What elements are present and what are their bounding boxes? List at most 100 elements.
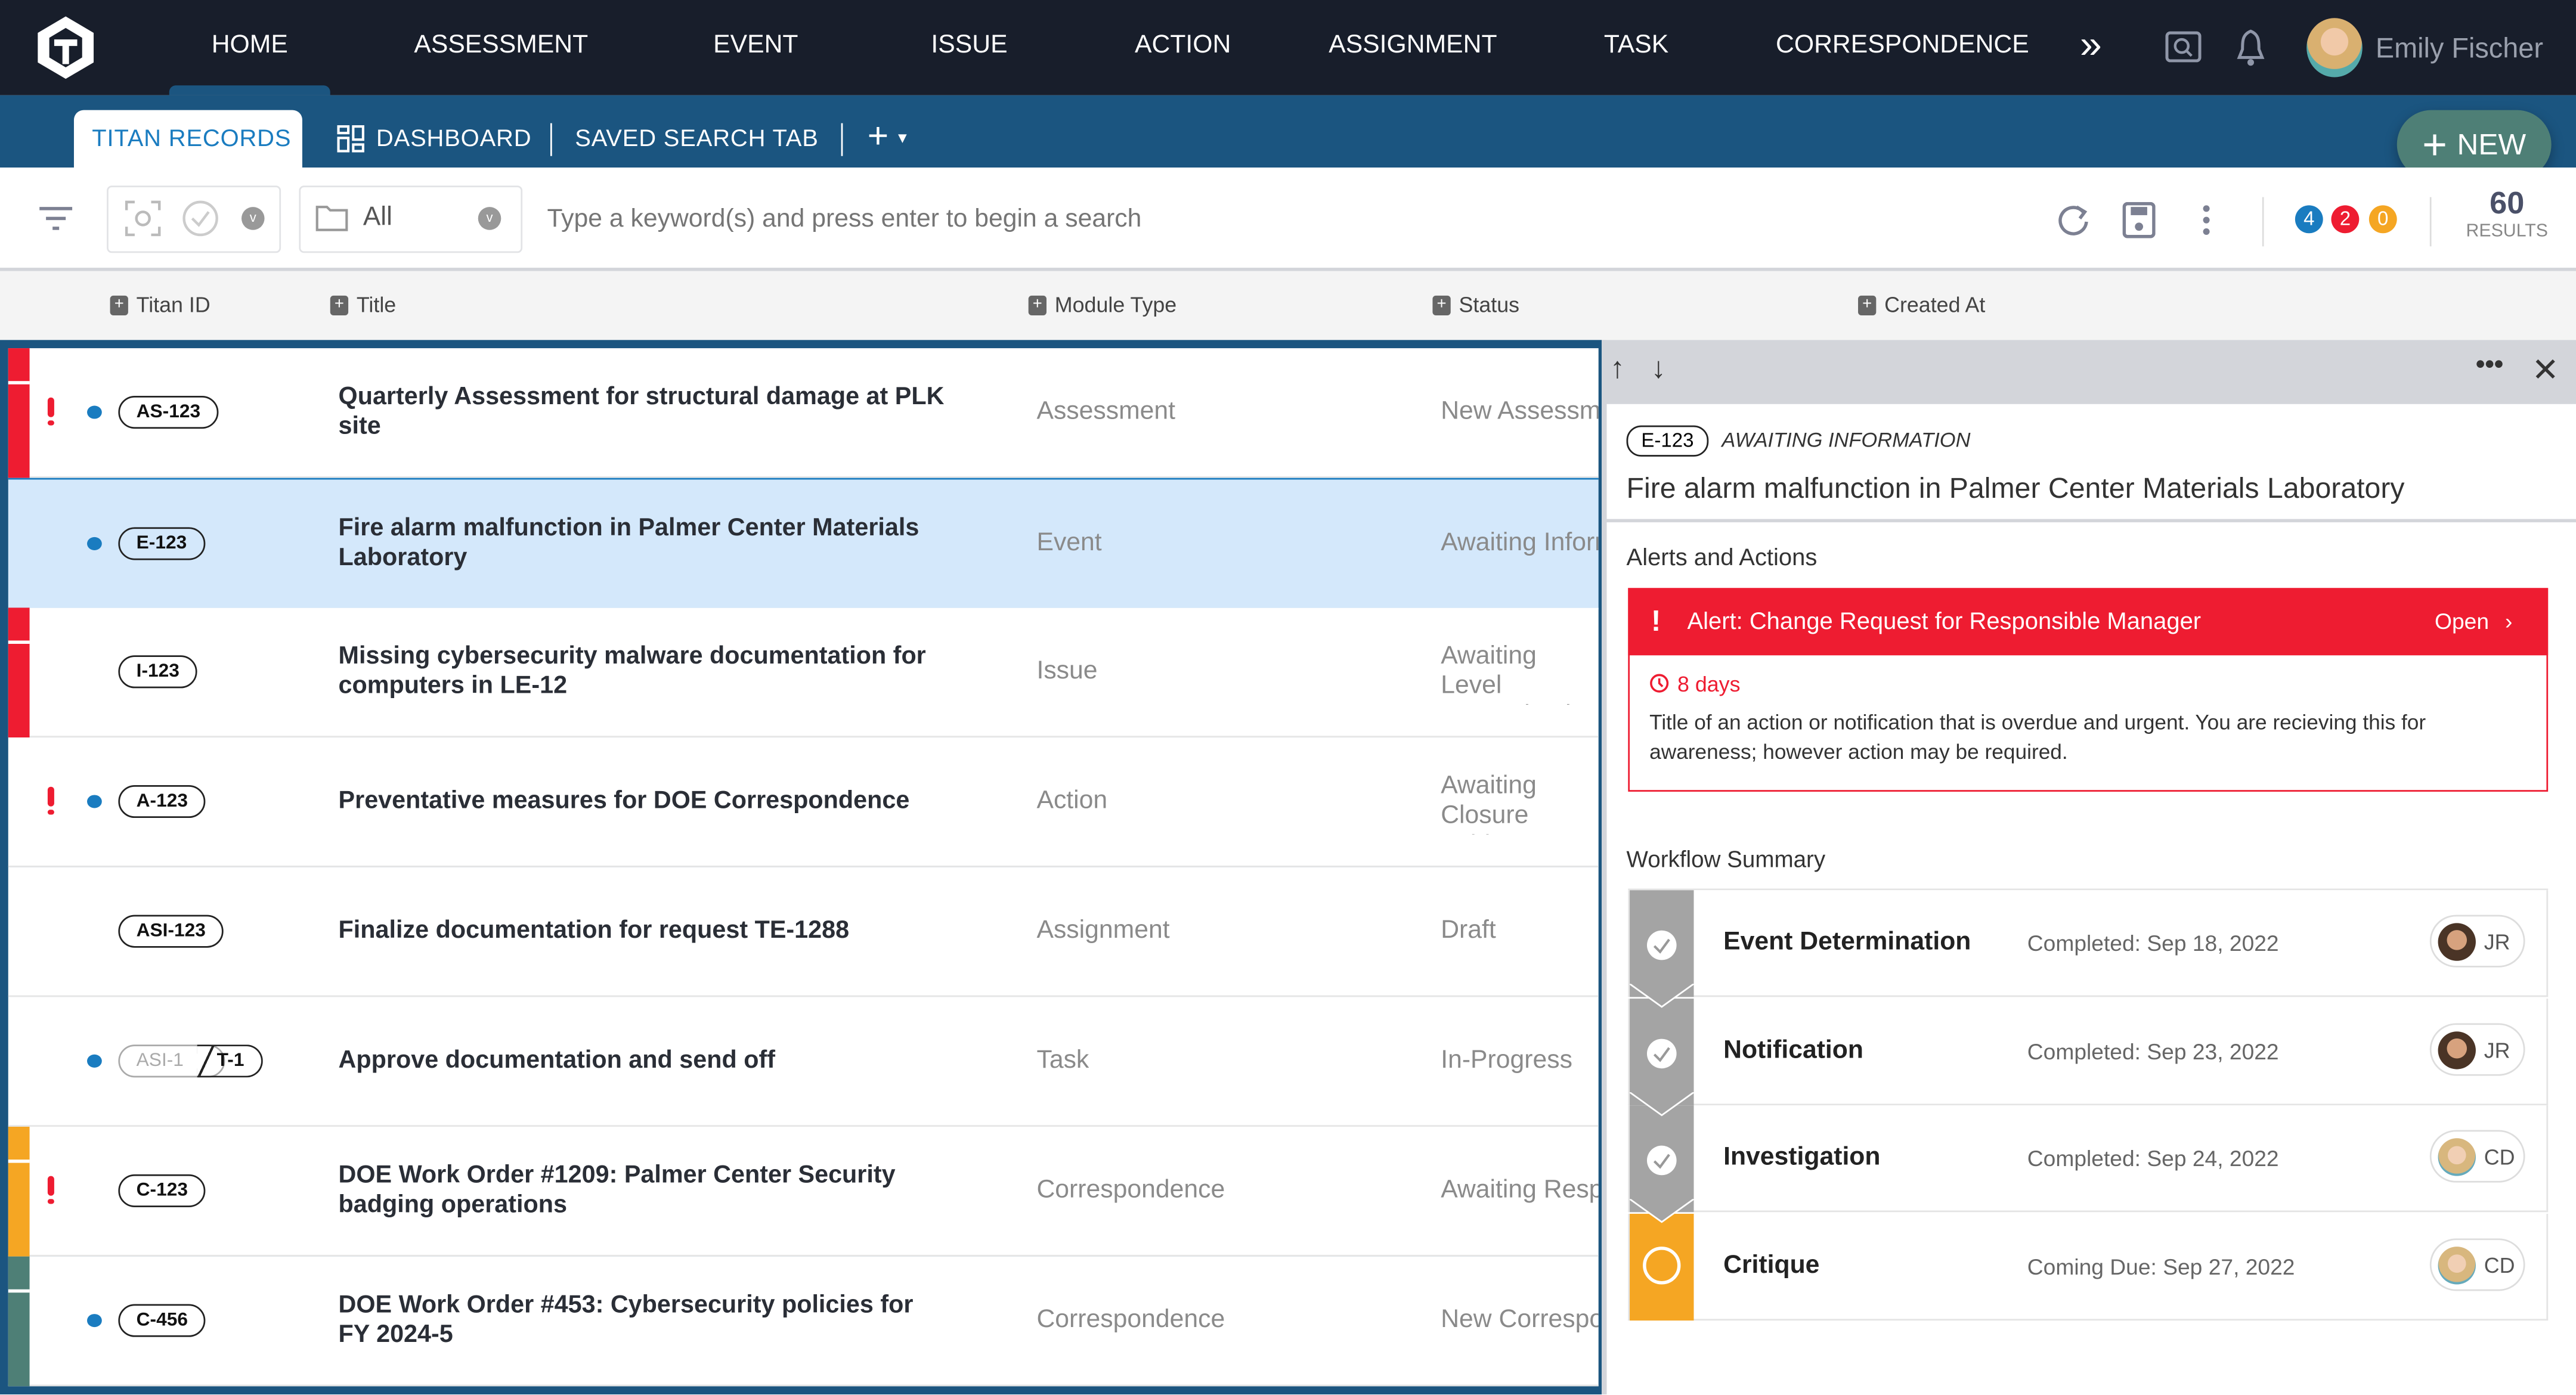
step-chevron-icon	[1630, 1091, 1694, 1116]
kebab-menu-icon[interactable]	[2202, 204, 2212, 237]
workflow-step[interactable]: Investigation Completed: Sep 24, 2022 CD	[1628, 1105, 2549, 1223]
assignee-chip[interactable]: CD	[2429, 1237, 2525, 1291]
check-circle-icon	[1646, 1038, 1677, 1068]
tab-titan-records[interactable]: TITAN RECORDS	[92, 126, 291, 153]
record-title[interactable]: DOE Work Order #1209: Palmer Center Secu…	[339, 1161, 946, 1220]
workflow-heading: Workflow Summary	[1626, 845, 1826, 872]
assignee-initials: JR	[2484, 1037, 2510, 1062]
record-title[interactable]: Fire alarm malfunction in Palmer Center …	[339, 514, 946, 573]
nav-item-assignment[interactable]: ASSIGNMENT	[1329, 31, 1497, 61]
assignee-initials: JR	[2484, 929, 2510, 954]
table-row[interactable]: ASI-123 Finalize documentation for reques…	[8, 867, 1599, 997]
step-name: Critique	[1723, 1251, 1820, 1279]
refresh-icon[interactable]	[2057, 202, 2089, 238]
record-title[interactable]: Approve documentation and send off	[339, 1046, 946, 1076]
table-row[interactable]: A-123 Preventative measures for DOE Corre…	[8, 737, 1599, 867]
more-options-icon[interactable]: •••	[2476, 352, 2503, 382]
urgent-icon	[47, 397, 54, 427]
tab-saved-search[interactable]: SAVED SEARCH TAB	[575, 126, 818, 153]
alert-title[interactable]: Alert: Change Request for Responsible Ma…	[1687, 609, 2201, 636]
plus-icon: +	[2422, 120, 2447, 169]
workflow-step[interactable]: Event Determination Completed: Sep 18, 20…	[1628, 890, 2549, 1008]
column-header-label: Title	[356, 292, 397, 317]
id-badge[interactable]: C-456	[118, 1304, 206, 1337]
tab-dashboard[interactable]: DASHBOARD	[376, 126, 532, 153]
nav-item-issue[interactable]: ISSUE	[931, 31, 1007, 61]
column-header[interactable]: + Title	[330, 292, 396, 317]
assignee-chip[interactable]: CD	[2429, 1130, 2525, 1183]
assignee-chip[interactable]: JR	[2429, 914, 2525, 968]
record-title[interactable]: DOE Work Order #453: Cybersecurity polic…	[339, 1291, 946, 1350]
alert-age: 8 days	[1677, 671, 1741, 697]
column-header[interactable]: + Titan ID	[110, 292, 210, 317]
id-badge[interactable]: ASI-123	[118, 914, 224, 948]
user-name[interactable]: Emily Fischer	[2376, 33, 2543, 66]
column-header[interactable]: + Created At	[1858, 292, 1985, 317]
step-name: Event Determination	[1723, 928, 1971, 956]
table-row[interactable]: I-123 Missing cybersecurity malware docum…	[8, 607, 1599, 738]
avatar	[2438, 1245, 2476, 1284]
count-badge[interactable]: 2	[2331, 205, 2360, 234]
column-header[interactable]: + Module Type	[1028, 292, 1176, 317]
count-badge[interactable]: 0	[2368, 205, 2397, 234]
bell-icon[interactable]	[2234, 28, 2267, 67]
alert-open-link[interactable]: Open ›	[2435, 609, 2512, 634]
user-avatar[interactable]	[2306, 18, 2363, 78]
table-row[interactable]: E-123 Fire alarm malfunction in Palmer Ce…	[8, 478, 1599, 610]
scan-icon[interactable]	[125, 200, 161, 237]
column-header[interactable]: + Status	[1432, 292, 1519, 317]
nav-item-event[interactable]: EVENT	[713, 31, 798, 61]
check-all-icon[interactable]	[182, 200, 219, 237]
tab-divider	[841, 123, 843, 156]
record-title[interactable]: Missing cybersecurity malware documentat…	[339, 642, 946, 701]
step-chevron-icon	[1630, 1199, 1694, 1223]
add-tab-button[interactable]: + ▼	[868, 115, 910, 158]
id-badge[interactable]: T-1	[197, 1044, 262, 1078]
add-column-icon[interactable]: +	[1028, 294, 1046, 315]
table-row[interactable]: AS-123 Quarterly Assessment for structura…	[8, 348, 1599, 478]
save-icon[interactable]	[2122, 202, 2156, 238]
record-title[interactable]: Finalize documentation for request TE-12…	[339, 916, 946, 946]
id-badge[interactable]: I-123	[118, 655, 198, 689]
urgent-icon	[47, 1176, 54, 1206]
add-column-icon[interactable]: +	[1432, 294, 1451, 315]
search-records-icon[interactable]	[2165, 31, 2202, 64]
next-record-icon[interactable]: ↓	[1651, 352, 1666, 386]
workflow-step[interactable]: Critique Coming Due: Sep 27, 2022 CD	[1628, 1213, 2549, 1320]
titan-logo-icon[interactable]	[33, 15, 98, 80]
count-badge[interactable]: 4	[2295, 205, 2323, 234]
assignee-chip[interactable]: JR	[2429, 1022, 2525, 1075]
module-type: Task	[1036, 1046, 1089, 1074]
id-badge[interactable]: A-123	[118, 785, 206, 819]
detail-title: Fire alarm malfunction in Palmer Center …	[1626, 471, 2405, 504]
nav-item-assessment[interactable]: ASSESSMENT	[414, 31, 588, 61]
record-title[interactable]: Preventative measures for DOE Correspond…	[339, 787, 946, 817]
add-column-icon[interactable]: +	[110, 294, 128, 315]
more-nav-icon[interactable]: »	[2080, 23, 2102, 69]
id-badge[interactable]: C-123	[118, 1174, 206, 1207]
step-name: Notification	[1723, 1036, 1863, 1064]
id-badge[interactable]: AS-123	[118, 395, 219, 429]
chevron-down-icon[interactable]: v	[241, 207, 265, 230]
nav-item-action[interactable]: ACTION	[1135, 31, 1231, 61]
nav-item-home[interactable]: HOME	[212, 31, 288, 61]
close-icon[interactable]: ✕	[2532, 350, 2559, 391]
record-title[interactable]: Quarterly Assessment for structural dama…	[339, 383, 946, 442]
step-name: Investigation	[1723, 1143, 1881, 1171]
module-type: Assessment	[1036, 397, 1176, 426]
workflow-step[interactable]: Notification Completed: Sep 23, 2022 JR	[1628, 997, 2549, 1116]
record-status: Draft	[1441, 916, 1496, 945]
table-row[interactable]: C-123 DOE Work Order #1209: Palmer Center…	[8, 1126, 1599, 1257]
id-badge[interactable]: E-123	[118, 527, 205, 560]
search-input[interactable]	[543, 197, 1996, 243]
module-type: Event	[1036, 529, 1102, 557]
add-column-icon[interactable]: +	[330, 294, 349, 315]
add-column-icon[interactable]: +	[1858, 294, 1877, 315]
nav-item-correspondence[interactable]: CORRESPONDENCE	[1776, 31, 2029, 61]
filter-icon[interactable]	[39, 205, 73, 231]
previous-record-icon[interactable]: ↑	[1610, 352, 1625, 386]
table-row[interactable]: ASI-1 T-1 Approve documentation and send o…	[8, 997, 1599, 1127]
table-row[interactable]: C-456 DOE Work Order #453: Cybersecurity …	[8, 1256, 1599, 1387]
top-nav: HOME ASSESSMENT EVENT ISSUE ACTION ASSIGNMENT…	[0, 0, 2576, 95]
nav-item-task[interactable]: TASK	[1604, 31, 1668, 61]
